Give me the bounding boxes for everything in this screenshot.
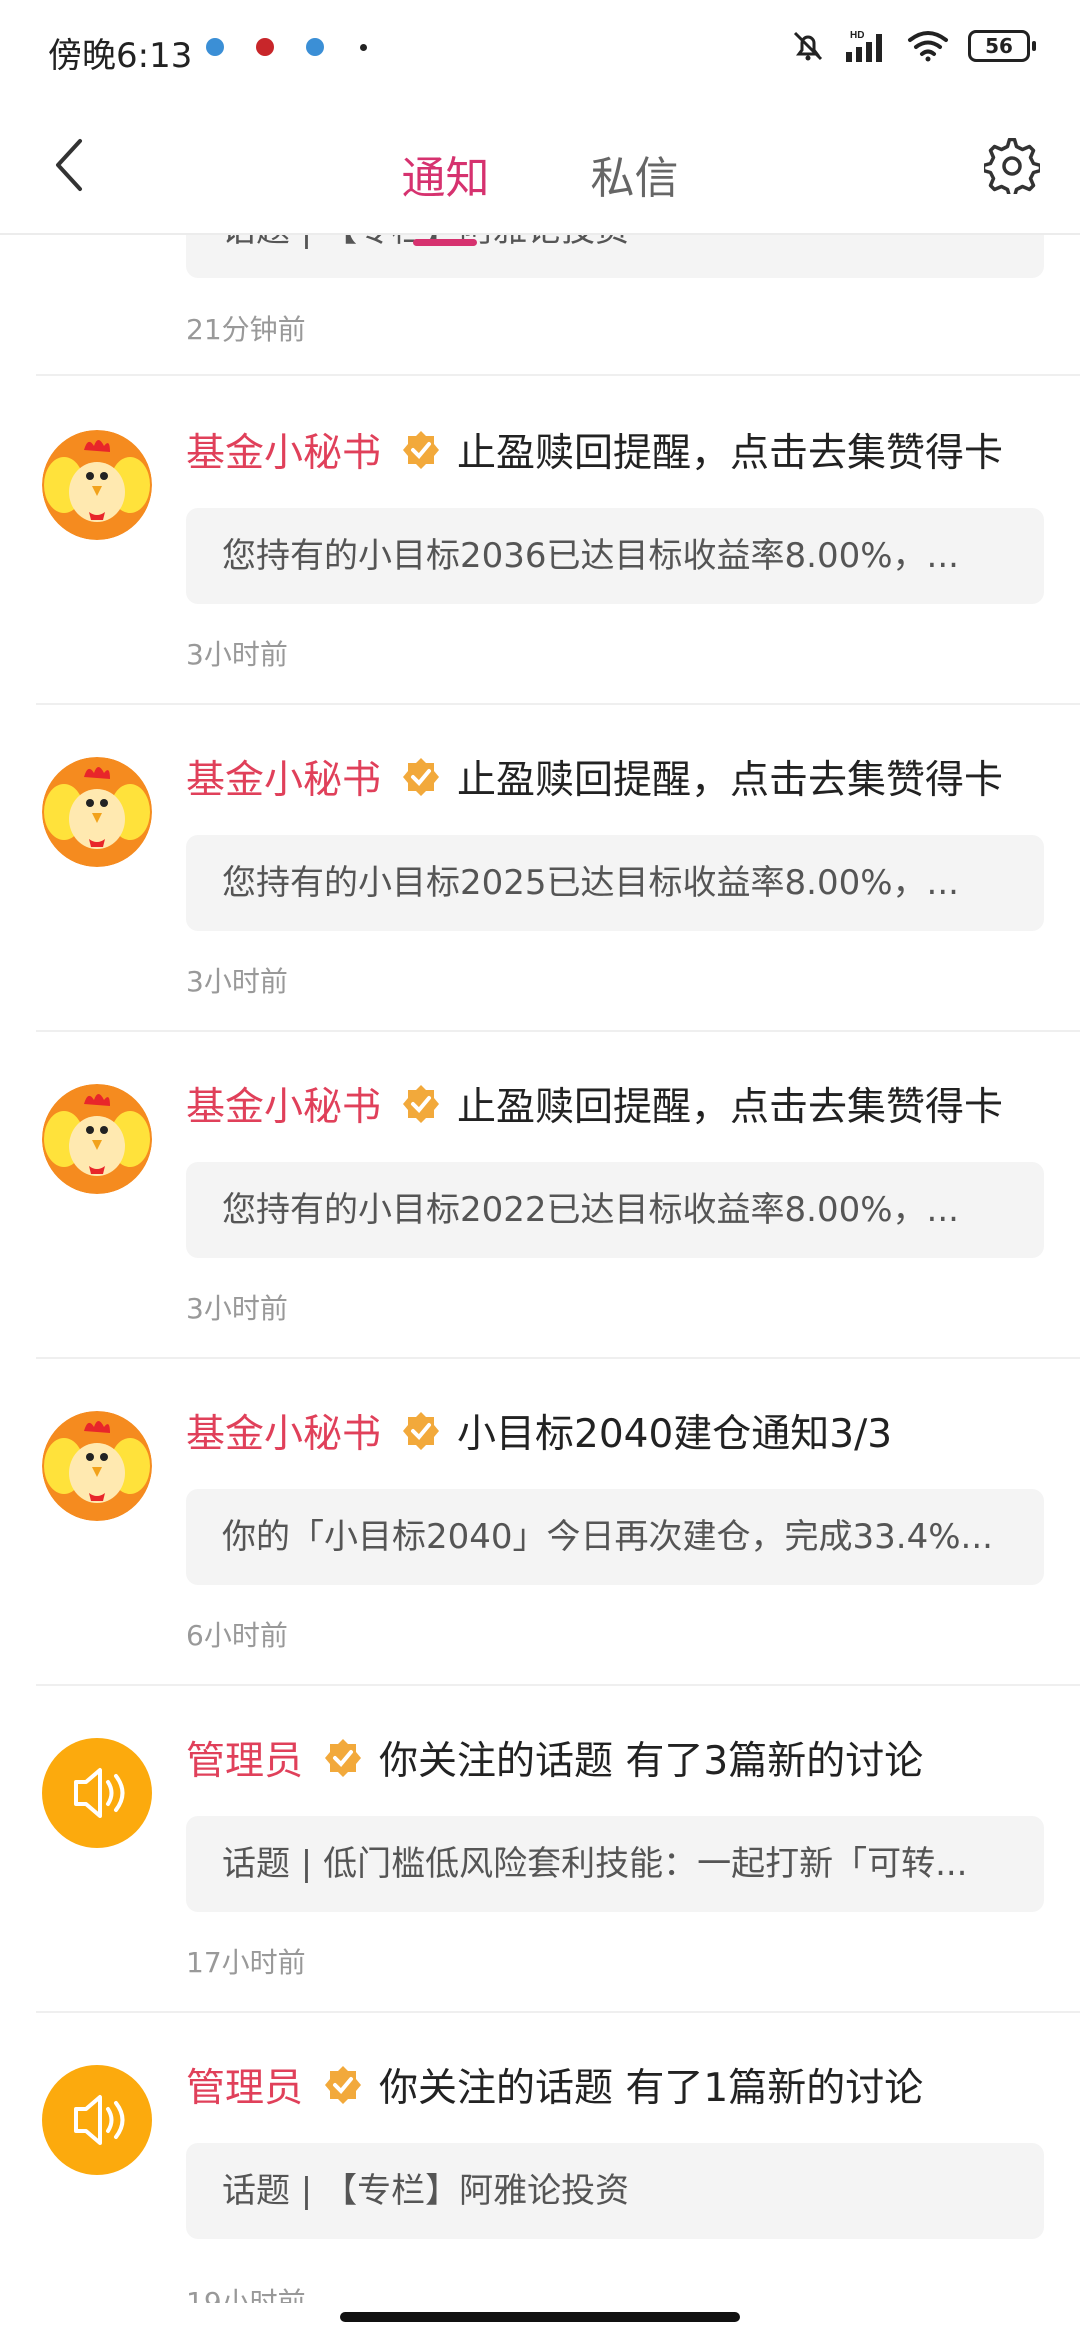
verified-badge-icon xyxy=(403,1085,440,1123)
notification-title: 止盈赎回提醒，点击去集赞得卡 xyxy=(457,1085,1004,1130)
sender-name[interactable]: 管理员 xyxy=(186,1730,303,1786)
sender-name[interactable]: 基金小秘书 xyxy=(186,1076,381,1132)
svg-text:HD: HD xyxy=(850,30,864,41)
active-tab-indicator xyxy=(413,239,478,246)
home-indicator[interactable] xyxy=(340,2312,740,2322)
divider xyxy=(36,1030,1080,1032)
notification-time: 3小时前 xyxy=(186,965,288,998)
verified-badge-icon xyxy=(325,2066,362,2104)
divider xyxy=(36,1684,1080,1686)
notification-title: 你关注的话题 有了1篇新的讨论 xyxy=(379,2066,924,2111)
verified-badge-icon xyxy=(403,431,440,469)
status-bar: 傍晚6:13 HD 56 xyxy=(0,0,1080,100)
divider xyxy=(36,1357,1080,1359)
app-notification-icon xyxy=(256,38,274,56)
chicken-mascot-avatar[interactable] xyxy=(42,757,152,867)
speaker-icon xyxy=(74,1768,125,1818)
more-dot-icon xyxy=(360,43,367,51)
notification-time: 17小时前 xyxy=(186,1946,306,1979)
battery-indicator: 56 xyxy=(968,30,1036,62)
notification-preview[interactable]: 您持有的小目标2025已达目标收益率8.00%，... xyxy=(186,835,1044,931)
notification-preview[interactable]: 话题 | 【专栏】阿雅论投资 xyxy=(186,2143,1044,2239)
notification-title: 止盈赎回提醒，点击去集赞得卡 xyxy=(457,758,1004,803)
notification-preview[interactable]: 您持有的小目标2022已达目标收益率8.00%，... xyxy=(186,1162,1044,1258)
bell-muted-icon xyxy=(793,31,823,61)
divider xyxy=(36,2011,1080,2013)
divider xyxy=(36,374,1080,376)
app-notification-icon xyxy=(206,38,224,56)
tab-bar: 通知 私信 xyxy=(0,142,1080,246)
tab-messages[interactable]: 私信 xyxy=(591,142,679,206)
notification-preview[interactable]: 你的「小目标2040」今日再次建仓，完成33.4%... xyxy=(186,1489,1044,1585)
verified-badge-icon xyxy=(325,1739,362,1777)
chicken-mascot-avatar[interactable] xyxy=(42,1084,152,1194)
notification-title: 止盈赎回提醒，点击去集赞得卡 xyxy=(457,431,1004,476)
speaker-icon xyxy=(74,2095,125,2145)
notification-title: 小目标2040建仓通知3/3 xyxy=(457,1412,893,1457)
sender-name[interactable]: 基金小秘书 xyxy=(186,422,381,478)
verified-badge-icon xyxy=(403,1412,440,1450)
verified-badge-icon xyxy=(403,758,440,796)
chicken-mascot-avatar[interactable] xyxy=(42,430,152,540)
status-icons: HD 56 xyxy=(790,28,1036,64)
notification-time: 3小时前 xyxy=(186,638,288,671)
app-notification-icon xyxy=(306,38,324,56)
speaker-avatar[interactable] xyxy=(42,2065,152,2175)
wifi-icon xyxy=(908,31,948,62)
sender-name[interactable]: 基金小秘书 xyxy=(186,1403,381,1459)
notification-time: 21分钟前 xyxy=(186,313,306,346)
notification-time: 3小时前 xyxy=(186,1292,288,1325)
speaker-avatar[interactable] xyxy=(42,1738,152,1848)
gear-icon[interactable] xyxy=(984,138,1040,194)
tab-notifications[interactable]: 通知 xyxy=(401,142,489,246)
notification-title: 你关注的话题 有了3篇新的讨论 xyxy=(379,1739,924,1784)
notification-preview[interactable]: 您持有的小目标2036已达目标收益率8.00%，... xyxy=(186,508,1044,604)
top-nav-bar: 通知 私信 xyxy=(0,100,1080,246)
sender-name[interactable]: 管理员 xyxy=(186,2057,303,2113)
sender-name[interactable]: 基金小秘书 xyxy=(186,749,381,805)
status-time: 傍晚6:13 xyxy=(48,36,193,76)
notification-time: 6小时前 xyxy=(186,1619,288,1652)
divider xyxy=(36,703,1080,705)
notification-preview[interactable]: 话题 | 低门槛低风险套利技能：一起打新「可转... xyxy=(186,1816,1044,1912)
notification-time: 19小时前 xyxy=(186,2286,306,2303)
notification-icons xyxy=(206,38,399,56)
chicken-mascot-avatar[interactable] xyxy=(42,1411,152,1521)
cellular-signal-icon: HD xyxy=(846,30,882,62)
